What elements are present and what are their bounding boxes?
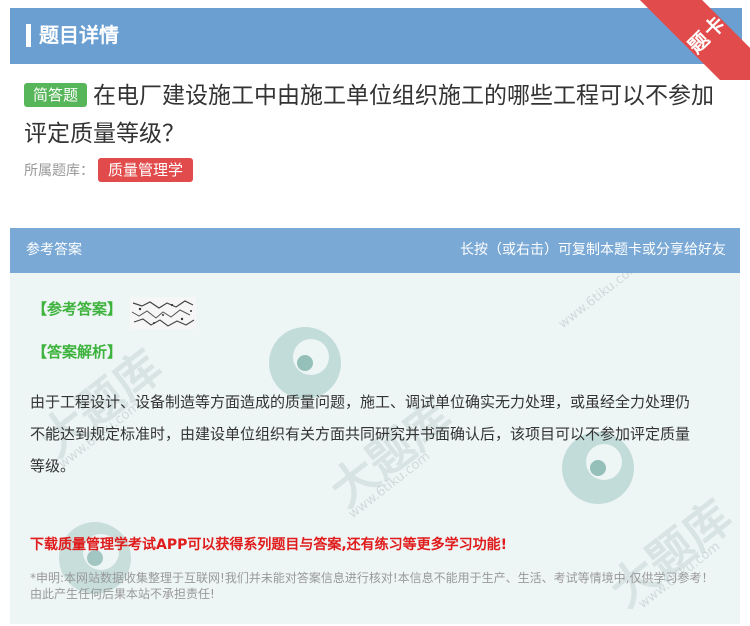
share-hint: 长按（或右击）可复制本题卡或分享给好友 (460, 242, 726, 258)
ribbon-label: 题卡 (683, 9, 732, 58)
answer-card-header: 参考答案 长按（或右击）可复制本题卡或分享给好友 (10, 228, 740, 273)
question-text: 在电厂建设施工中由施工单位组织施工的哪些工程可以不参加评定质量等级？ (24, 83, 715, 147)
answer-label: 【参考答案】 (32, 300, 123, 318)
answer-card-title: 参考答案 (26, 242, 82, 258)
page-title: 题目详情 (39, 23, 119, 47)
corner-ribbon[interactable]: 题卡 (640, 0, 750, 80)
analysis-label: 【答案解析】 (32, 343, 123, 361)
disclaimer: *申明:本网站数据收集整理于互联网!我们并未能对答案信息进行核对!本信息不能用于… (30, 571, 714, 601)
header-accent-bar (26, 24, 31, 47)
app-promo-link[interactable]: 下载质量管理学考试APP可以获得系列题目与答案,还有练习等更多学习功能! (30, 533, 507, 557)
page-header: 题目详情 (10, 8, 742, 64)
answer-image (130, 297, 196, 329)
answer-card[interactable]: 大题库 大题库 大题库 www.6tiku.com www.6tiku.com … (10, 228, 740, 624)
bank-label: 所属题库： (24, 163, 94, 179)
bank-tag[interactable]: 质量管理学 (98, 158, 194, 182)
question-type-badge: 简答题 (24, 83, 88, 107)
question-bank: 所属题库： 质量管理学 (24, 158, 194, 183)
analysis-text: 由于工程设计、设备制造等方面造成的质量问题，施工、调试单位确实无力处理，或虽经全… (30, 393, 691, 475)
question-block: 简答题 在电厂建设施工中由施工单位组织施工的哪些工程可以不参加评定质量等级？ (24, 77, 729, 153)
